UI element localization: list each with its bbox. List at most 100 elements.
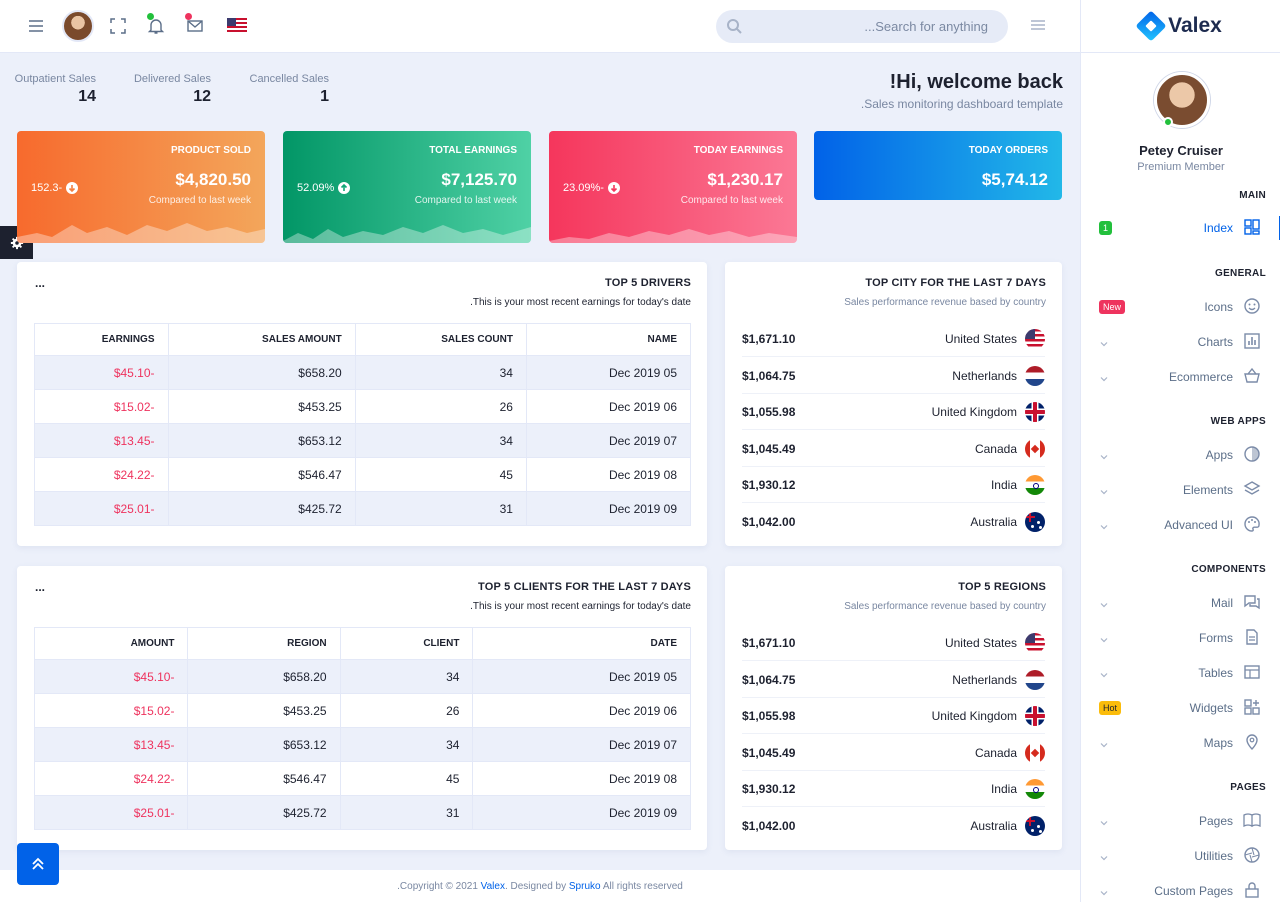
column-header[interactable]: SALES COUNT <box>354 323 527 356</box>
right-menu-icon[interactable] <box>1026 14 1050 38</box>
kpi-percent-text: 23.09%- <box>563 182 604 194</box>
stat-value: 12 <box>193 88 211 105</box>
footer-copyright: .Copyright © 2021 <box>397 881 478 892</box>
brand-name: Valex <box>1168 14 1222 37</box>
list-item: $1,671.10 United States <box>742 320 1045 357</box>
sidebar-item-index[interactable]: 1 Index <box>1081 216 1280 240</box>
country-value: $1,042.00 <box>742 515 796 529</box>
column-header[interactable]: DATE <box>472 627 691 660</box>
list-item: $1,055.98 United Kingdom <box>742 697 1045 734</box>
cell: 45 <box>354 457 527 492</box>
menu-section-title: MAIN <box>1239 190 1266 201</box>
cell: Dec 2019 06 <box>525 389 692 424</box>
list-item: $1,055.98 United Kingdom <box>742 393 1045 430</box>
welcome-block: !Hi, welcome back .Sales monitoring dash… <box>861 71 1063 111</box>
country-value: $1,930.12 <box>742 478 796 492</box>
menu-label: Icons <box>1204 300 1233 314</box>
column-header[interactable]: CLIENT <box>339 627 474 660</box>
column-header[interactable]: EARNINGS <box>34 323 169 356</box>
search-icon[interactable] <box>726 18 742 34</box>
sidebar-item-elements[interactable]: Elements <box>1081 478 1280 502</box>
sidebar-item-maps[interactable]: Maps <box>1081 731 1280 755</box>
clients-panel: ... TOP 5 CLIENTS FOR THE LAST 7 DAYS .T… <box>17 566 707 850</box>
panel-title: TOP 5 CLIENTS FOR THE LAST 7 DAYS <box>478 581 691 593</box>
in-flag-icon <box>1025 475 1045 495</box>
cell: Dec 2019 09 <box>525 491 692 526</box>
cell: $546.47 <box>187 761 341 796</box>
au-flag-icon <box>1025 512 1045 532</box>
us-flag-icon[interactable] <box>227 18 247 32</box>
nl-flag-icon <box>1025 366 1045 386</box>
panel-title: TOP CITY FOR THE LAST 7 DAYS <box>865 277 1046 289</box>
aperture-icon <box>1243 846 1263 866</box>
column-header[interactable]: SALES AMOUNT <box>167 323 356 356</box>
footer-brand-link[interactable]: Valex <box>481 881 505 892</box>
cell: 34 <box>339 659 474 694</box>
column-header[interactable]: REGION <box>187 627 341 660</box>
basket-icon <box>1243 367 1263 387</box>
back-to-top-button[interactable] <box>17 843 59 885</box>
cell: $653.12 <box>167 423 356 458</box>
table-row: $15.02- $453.25 26 Dec 2019 06 <box>34 389 692 424</box>
stat-label: Outpatient Sales <box>14 73 96 85</box>
kpi-percent: 52.09% <box>297 182 351 194</box>
sidebar-item-tables[interactable]: Tables <box>1081 661 1280 685</box>
lock-icon <box>1243 881 1263 901</box>
cell: $453.25 <box>187 693 341 728</box>
top-header <box>0 0 1080 53</box>
sidebar-item-charts[interactable]: Charts <box>1081 330 1280 354</box>
cell: $25.01- <box>34 491 169 526</box>
menu-label: Charts <box>1197 335 1233 349</box>
cell: $13.45- <box>34 423 169 458</box>
menu-badge: Hot <box>1099 701 1122 715</box>
country-name: Canada <box>974 746 1017 760</box>
brand-logo[interactable]: Valex <box>1081 0 1280 53</box>
sidebar-item-advanced-ui[interactable]: Advanced UI <box>1081 513 1280 537</box>
kpi-percent: 23.09%- <box>563 182 620 194</box>
sidebar-item-utilities[interactable]: Utilities <box>1081 844 1280 868</box>
country-value: $1,671.10 <box>742 332 796 346</box>
menu-label: Elements <box>1182 483 1233 497</box>
footer-designer-link[interactable]: Spruko <box>569 881 601 892</box>
sidebar-item-forms[interactable]: Forms <box>1081 626 1280 650</box>
menu-badge: 1 <box>1099 221 1113 235</box>
cell: 34 <box>354 423 527 458</box>
more-options-icon[interactable]: ... <box>35 276 45 290</box>
ca-flag-icon <box>1025 743 1045 763</box>
sidebar-item-apps[interactable]: Apps <box>1081 443 1280 467</box>
menu-section-title: PAGES <box>1230 782 1266 793</box>
chevron-down-icon <box>1099 632 1109 643</box>
chevron-down-icon <box>1099 336 1109 347</box>
menu-label: Mail <box>1210 596 1233 610</box>
footer: .Copyright © 2021 Valex. Designed by Spr… <box>0 870 1080 902</box>
more-options-icon[interactable]: ... <box>35 580 45 594</box>
sidebar-item-custom-pages[interactable]: Custom Pages <box>1081 879 1280 902</box>
sidebar-item-widgets[interactable]: Hot Widgets <box>1081 696 1280 720</box>
kpi-value: $4,820.50 <box>175 170 251 189</box>
avatar[interactable] <box>62 10 94 42</box>
sidebar-item-icons[interactable]: New Icons <box>1081 295 1280 319</box>
column-header[interactable]: NAME <box>525 323 692 356</box>
cell: 45 <box>339 761 474 796</box>
table-row: $24.22- $546.47 45 Dec 2019 08 <box>33 761 691 796</box>
cell: $45.10- <box>33 659 189 694</box>
arrow-down-icon <box>607 182 620 194</box>
map-pin-icon <box>1243 733 1263 753</box>
cell: Dec 2019 08 <box>472 761 691 796</box>
column-header[interactable]: AMOUNT <box>33 627 189 660</box>
panel-title: TOP 5 REGIONS <box>958 581 1046 593</box>
panel-subtitle: .This is your most recent earnings for t… <box>470 297 691 308</box>
menu-icon[interactable] <box>24 14 48 38</box>
panel-subtitle: Sales performance revenue based by count… <box>844 601 1046 612</box>
menu-label: Pages <box>1198 814 1233 828</box>
cell: Dec 2019 07 <box>472 727 691 762</box>
search-input[interactable] <box>756 10 988 43</box>
list-item: $1,042.00 Australia <box>742 807 1045 844</box>
document-icon <box>1243 628 1263 648</box>
sidebar-item-pages[interactable]: Pages <box>1081 809 1280 833</box>
cell: $425.72 <box>167 491 356 526</box>
sidebar-item-ecommerce[interactable]: Ecommerce <box>1081 365 1280 389</box>
sidebar-item-mail[interactable]: Mail <box>1081 591 1280 615</box>
fullscreen-icon[interactable] <box>106 14 130 38</box>
stat-delivered: Delivered Sales 12 <box>134 73 211 106</box>
